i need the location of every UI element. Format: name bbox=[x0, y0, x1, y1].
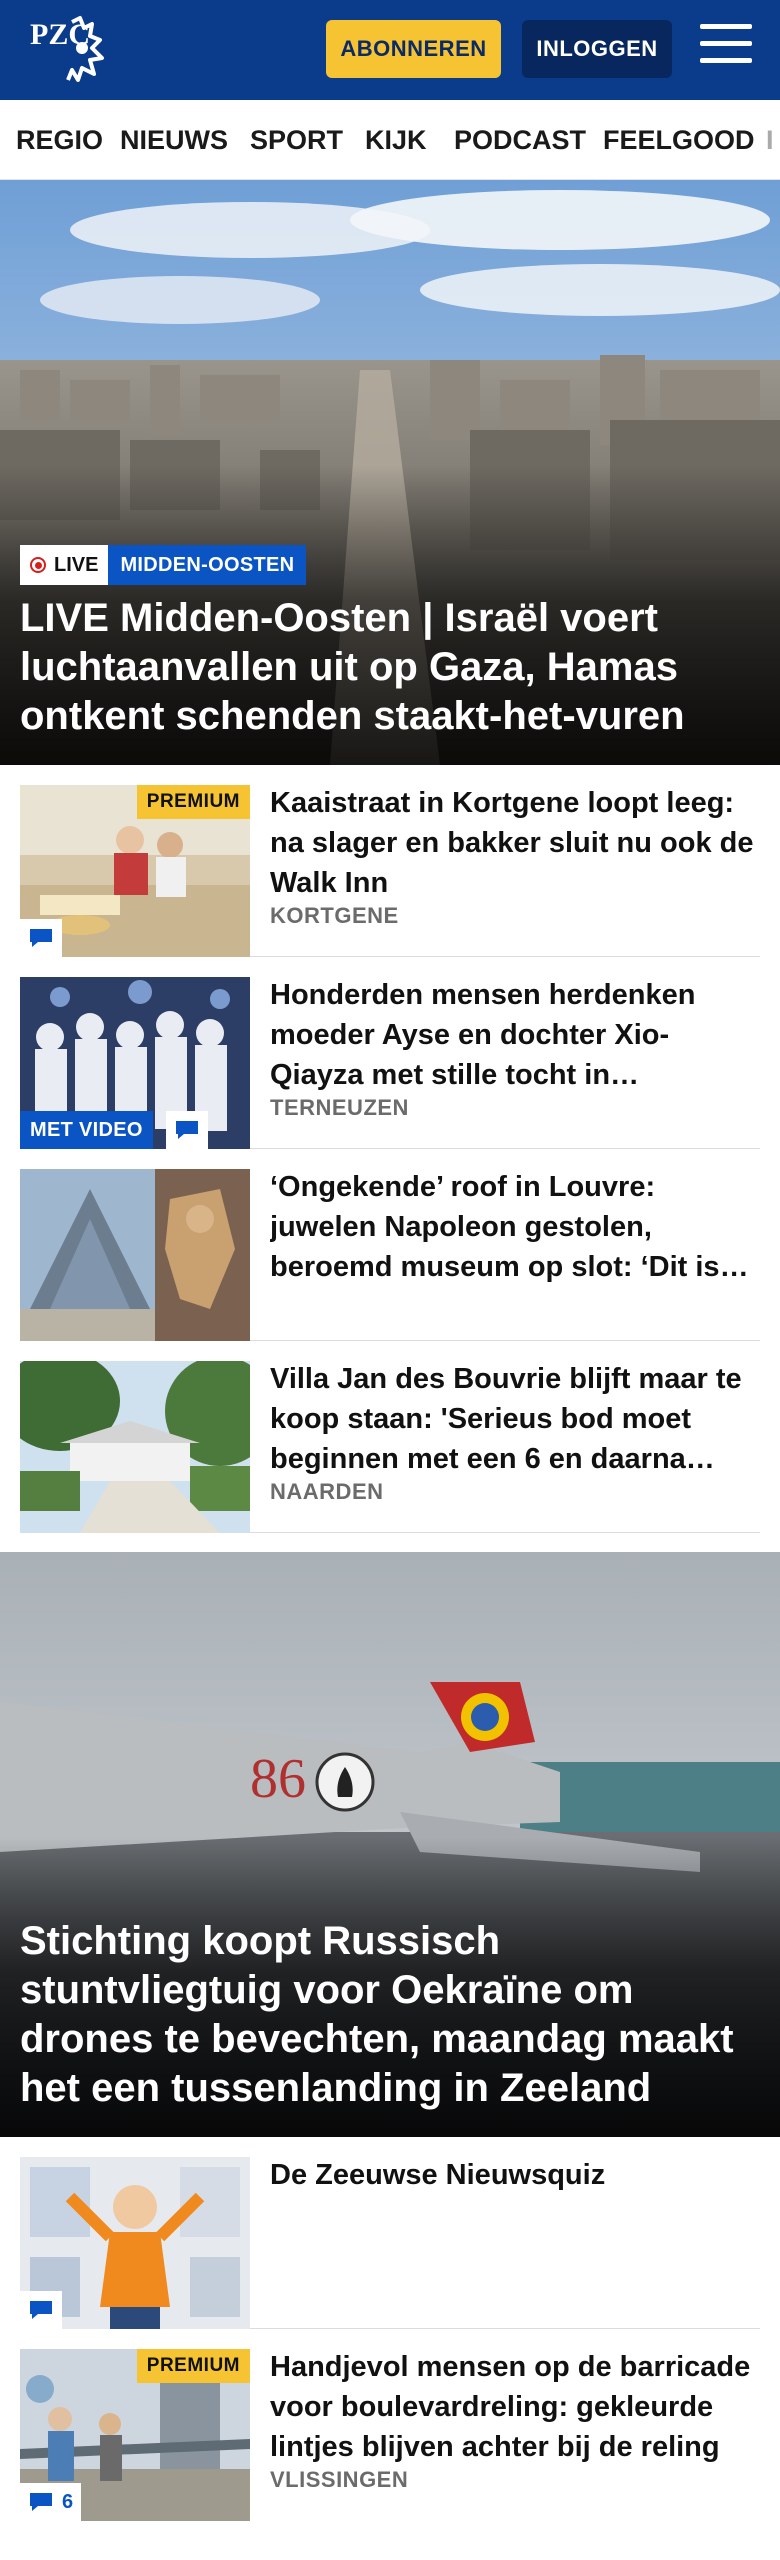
nav-item-more[interactable]: I bbox=[766, 100, 774, 179]
list-item[interactable]: MET VIDEO Honderden mensen herdenken moe… bbox=[20, 957, 760, 1149]
article-location: NAARDEN bbox=[270, 1479, 384, 1504]
article-thumbnail bbox=[20, 1361, 250, 1533]
comment-icon bbox=[30, 2301, 52, 2319]
comments-badge[interactable]: 6 bbox=[20, 2483, 82, 2521]
hero-title[interactable]: LIVE Midden-Oosten | Israël voert luchta… bbox=[20, 594, 760, 741]
article-location: KORTGENE bbox=[270, 903, 399, 928]
article-title[interactable]: De Zeeuwse Nieuwsquiz bbox=[270, 2155, 760, 2195]
article-location: VLISSINGEN bbox=[270, 2467, 409, 2492]
comments-badge[interactable] bbox=[20, 2291, 62, 2329]
nav-item-sport[interactable]: SPORT bbox=[250, 100, 343, 179]
hero-article[interactable]: LIVE MIDDEN-OOSTEN LIVE Midden-Oosten | … bbox=[0, 180, 780, 765]
hero-title[interactable]: Stichting koopt Russisch stuntvliegtuig … bbox=[20, 1917, 760, 2113]
live-label: LIVE bbox=[54, 553, 99, 576]
article-title[interactable]: Honderden mensen herdenken moeder Ayse e… bbox=[270, 975, 760, 1095]
svg-text:86: 86 bbox=[250, 1748, 306, 1810]
subscribe-button[interactable]: ABONNEREN bbox=[326, 20, 501, 78]
nav-item-podcast[interactable]: PODCAST bbox=[454, 100, 586, 179]
nav-item-regio[interactable]: REGIO bbox=[16, 100, 103, 179]
article-title[interactable]: Handjevol mensen op de barricade voor bo… bbox=[270, 2347, 760, 2467]
hero-tags: LIVE MIDDEN-OOSTEN bbox=[20, 545, 307, 585]
nav-item-kijk[interactable]: KIJK bbox=[365, 100, 427, 179]
live-dot-icon bbox=[30, 557, 46, 573]
list-item[interactable]: PREMIUM Kaaistraat in Kortgene loopt lee… bbox=[20, 765, 760, 957]
comment-icon bbox=[176, 1121, 198, 1139]
top-bar: PZC ABONNEREN INLOGGEN bbox=[0, 0, 780, 100]
pzc-logo[interactable]: PZC bbox=[28, 14, 112, 86]
nav-item-feelgood[interactable]: FEELGOOD bbox=[603, 100, 755, 179]
section-nav: REGIO NIEUWS SPORT KIJK PODCAST FEELGOOD… bbox=[0, 100, 780, 180]
live-badge: LIVE bbox=[20, 545, 109, 585]
video-badge: MET VIDEO bbox=[20, 1111, 153, 1149]
article-thumbnail: PREMIUM 6 bbox=[20, 2349, 250, 2521]
comment-icon bbox=[30, 2493, 52, 2511]
premium-badge: PREMIUM bbox=[136, 785, 250, 819]
hero-article-2[interactable]: 86 Stichting koopt Russisch stuntvliegtu… bbox=[0, 1552, 780, 2137]
article-title[interactable]: Kaaistraat in Kortgene loopt leeg: na sl… bbox=[270, 783, 760, 903]
menu-icon[interactable] bbox=[700, 24, 752, 72]
nav-item-nieuws[interactable]: NIEUWS bbox=[120, 100, 228, 179]
login-button[interactable]: INLOGGEN bbox=[522, 20, 672, 78]
list-item[interactable]: De Zeeuwse Nieuwsquiz bbox=[20, 2137, 760, 2329]
comment-count: 6 bbox=[62, 2490, 74, 2513]
article-location: TERNEUZEN bbox=[270, 1095, 409, 1120]
list-item[interactable]: Villa Jan des Bouvrie blijft maar te koo… bbox=[20, 1341, 760, 1533]
article-thumbnail: MET VIDEO bbox=[20, 977, 250, 1149]
comments-badge[interactable] bbox=[166, 1111, 208, 1149]
category-tag[interactable]: MIDDEN-OOSTEN bbox=[108, 545, 307, 585]
comment-icon bbox=[30, 929, 52, 947]
list-item[interactable]: PREMIUM 6 Handjevol mensen op de barrica… bbox=[20, 2329, 760, 2521]
comments-badge[interactable] bbox=[20, 919, 62, 957]
premium-badge: PREMIUM bbox=[136, 2349, 250, 2383]
article-thumbnail: PREMIUM bbox=[20, 785, 250, 957]
article-title[interactable]: Villa Jan des Bouvrie blijft maar te koo… bbox=[270, 1359, 760, 1479]
list-item[interactable]: ‘Ongekende’ roof in Louvre: juwelen Napo… bbox=[20, 1149, 760, 1341]
article-title[interactable]: ‘Ongekende’ roof in Louvre: juwelen Napo… bbox=[270, 1167, 760, 1287]
article-thumbnail bbox=[20, 2157, 250, 2329]
article-thumbnail bbox=[20, 1169, 250, 1341]
